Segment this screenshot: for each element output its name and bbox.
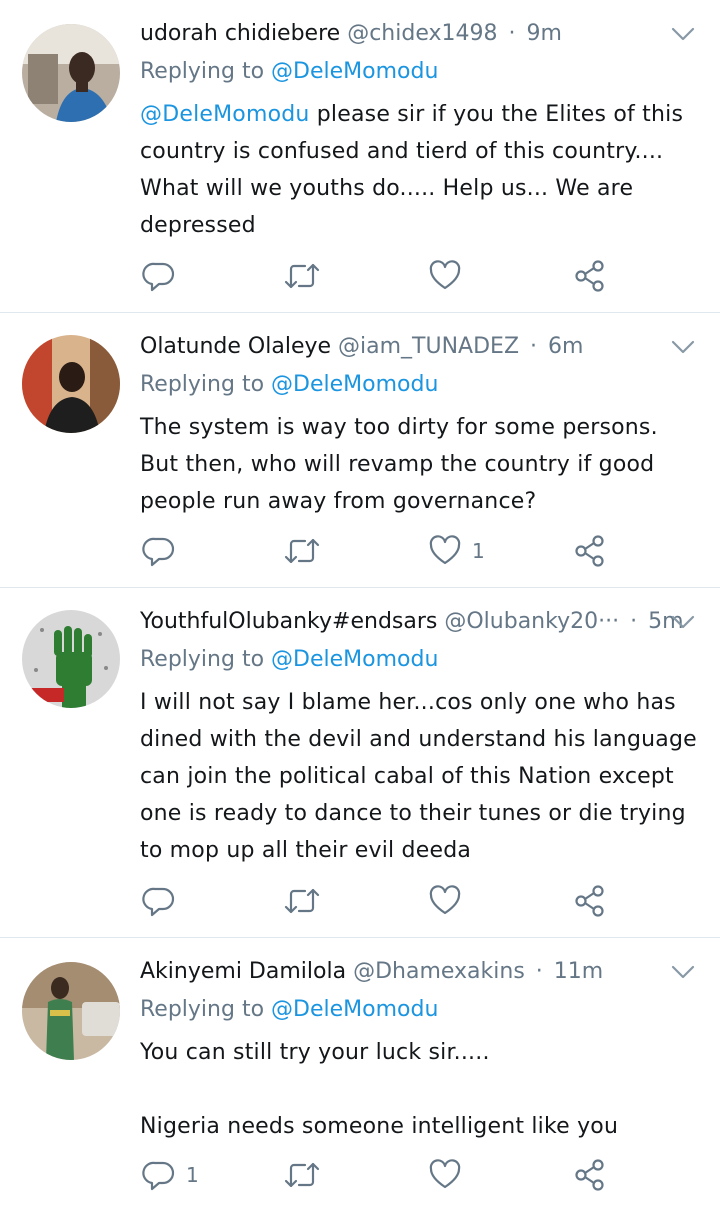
tweet-text: You can still try your luck sir..... Nig… — [140, 1034, 702, 1145]
retweet-icon — [284, 1162, 320, 1188]
retweet-icon — [284, 888, 320, 914]
chevron-down-icon[interactable] — [670, 612, 696, 632]
reply-button[interactable] — [142, 531, 186, 571]
replying-prefix: Replying to — [140, 372, 265, 397]
avatar[interactable] — [22, 335, 120, 433]
display-name[interactable]: Akinyemi Damilola — [140, 959, 346, 984]
replying-to: Replying to @DeleMomodu — [140, 644, 438, 676]
replying-to: Replying to @DeleMomodu — [140, 994, 438, 1026]
action-bar — [0, 256, 720, 296]
tweet[interactable]: YouthfulOlubanky#endsars @Olubanky20··· … — [0, 588, 720, 938]
share-icon — [575, 535, 604, 567]
timestamp[interactable]: 11m — [554, 959, 603, 984]
replying-to: Replying to @DeleMomodu — [140, 369, 438, 401]
action-bar: 1 — [0, 1155, 720, 1195]
tweet[interactable]: Olatunde Olaleye @iam_TUNADEZ · 6m Reply… — [0, 313, 720, 588]
like-button[interactable] — [428, 881, 472, 921]
replying-prefix: Replying to — [140, 647, 265, 672]
retweet-button[interactable] — [283, 531, 321, 571]
separator: · — [630, 609, 638, 634]
like-button[interactable] — [428, 1155, 472, 1195]
chevron-down-icon[interactable] — [670, 962, 696, 982]
timestamp[interactable]: 6m — [548, 334, 583, 359]
tweet-body-line: Nigeria needs someone intelligent like y… — [140, 1114, 619, 1139]
tweet[interactable]: udorah chidiebere @chidex1498 · 9m Reply… — [0, 0, 720, 313]
replying-prefix: Replying to — [140, 997, 265, 1022]
tweet-body: I will not say I blame her...cos only on… — [140, 690, 697, 863]
replying-to: Replying to @DeleMomodu — [140, 56, 438, 88]
avatar[interactable] — [22, 24, 120, 122]
like-icon — [429, 1159, 461, 1189]
like-icon — [429, 535, 461, 565]
share-button[interactable] — [572, 531, 608, 571]
reply-button[interactable]: 1 — [142, 1155, 199, 1195]
replying-prefix: Replying to — [140, 59, 265, 84]
separator: · — [508, 21, 516, 46]
display-name[interactable]: udorah chidiebere — [140, 21, 340, 46]
tweet-body: The system is way too dirty for some per… — [140, 415, 658, 514]
avatar[interactable] — [22, 610, 120, 708]
chevron-down-icon[interactable] — [670, 24, 696, 44]
timestamp[interactable]: 9m — [526, 21, 561, 46]
tweet-text: The system is way too dirty for some per… — [140, 409, 702, 520]
like-button[interactable] — [428, 256, 472, 296]
retweet-button[interactable] — [283, 881, 321, 921]
body-mention-link[interactable]: @DeleMomodu — [140, 102, 310, 127]
like-icon — [429, 885, 461, 915]
reply-icon — [142, 1161, 175, 1191]
tweet-body-line: You can still try your luck sir..... — [140, 1040, 490, 1065]
separator: · — [535, 959, 543, 984]
user-handle[interactable]: @iam_TUNADEZ — [338, 334, 519, 359]
replying-mention-link[interactable]: @DeleMomodu — [271, 997, 438, 1022]
tweet-text: I will not say I blame her...cos only on… — [140, 684, 702, 869]
tweet-header: Akinyemi Damilola @Dhamexakins · 11m — [140, 956, 660, 988]
retweet-icon — [284, 263, 320, 289]
reply-icon — [142, 887, 175, 917]
separator: · — [530, 334, 538, 359]
share-button[interactable] — [572, 256, 608, 296]
tweet[interactable]: Akinyemi Damilola @Dhamexakins · 11m Rep… — [0, 938, 720, 1214]
replying-mention-link[interactable]: @DeleMomodu — [271, 647, 438, 672]
like-icon — [429, 260, 461, 290]
like-button[interactable]: 1 — [428, 531, 485, 571]
user-handle[interactable]: @chidex1498 — [347, 21, 497, 46]
reply-count: 1 — [186, 1163, 199, 1187]
replying-mention-link[interactable]: @DeleMomodu — [271, 59, 438, 84]
share-icon — [575, 1159, 604, 1191]
share-icon — [575, 885, 604, 917]
like-count: 1 — [472, 539, 485, 563]
reply-icon — [142, 537, 175, 567]
retweet-button[interactable] — [283, 1155, 321, 1195]
tweet-header: udorah chidiebere @chidex1498 · 9m — [140, 18, 660, 50]
chevron-down-icon[interactable] — [670, 337, 696, 357]
reply-button[interactable] — [142, 881, 186, 921]
reply-icon — [142, 262, 175, 292]
tweet-header: YouthfulOlubanky#endsars @Olubanky20··· … — [140, 606, 684, 638]
avatar[interactable] — [22, 962, 120, 1060]
reply-button[interactable] — [142, 256, 186, 296]
retweet-button[interactable] — [283, 256, 321, 296]
action-bar — [0, 881, 720, 921]
share-button[interactable] — [572, 881, 608, 921]
action-bar: 1 — [0, 531, 720, 571]
display-name[interactable]: YouthfulOlubanky#endsars — [140, 609, 437, 634]
user-handle[interactable]: @Olubanky20··· — [444, 609, 619, 634]
tweet-header: Olatunde Olaleye @iam_TUNADEZ · 6m — [140, 331, 660, 363]
replying-mention-link[interactable]: @DeleMomodu — [271, 372, 438, 397]
share-button[interactable] — [572, 1155, 608, 1195]
tweet-text: @DeleMomodu please sir if you the Elites… — [140, 96, 702, 244]
retweet-icon — [284, 538, 320, 564]
share-icon — [575, 260, 604, 292]
display-name[interactable]: Olatunde Olaleye — [140, 334, 331, 359]
user-handle[interactable]: @Dhamexakins — [353, 959, 525, 984]
